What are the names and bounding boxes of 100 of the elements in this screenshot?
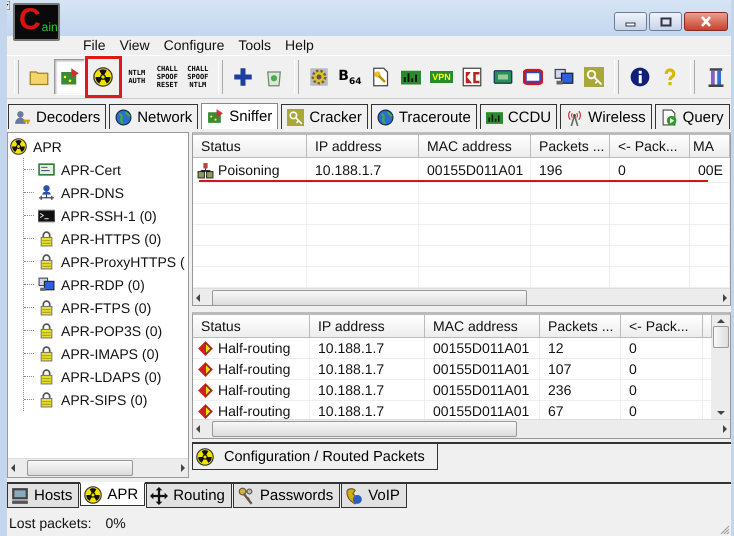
module-tab[interactable]: Network [109,104,198,129]
bottom-tab[interactable]: Routing [146,484,232,508]
horizontal-scrollbar[interactable] [8,458,188,477]
menu-item[interactable]: File [76,36,113,54]
tree-item[interactable]: APR-SSH-1 (0) [24,204,188,227]
column-header[interactable]: MA [690,135,730,158]
table-cell: Half-routing [193,380,310,401]
close-button[interactable] [684,12,728,31]
minimize-button[interactable] [614,12,647,31]
radiation-icon [84,486,102,504]
bottom-tab[interactable]: Hosts [7,484,80,508]
arrows-icon [197,340,214,356]
module-tab[interactable]: Cracker [281,104,368,129]
column-header[interactable]: MAC address [425,315,540,338]
tree-item[interactable]: APR-ProxyHTTPS ( [24,250,188,273]
resize-grip-icon[interactable] [720,525,730,535]
tree-item[interactable]: APR-IMAPS (0) [24,342,188,365]
column-header[interactable]: Packets ... [540,315,621,338]
column-header[interactable]: Packets ... [531,135,610,158]
tree-item[interactable]: APR-LDAPS (0) [24,365,188,388]
plus-icon [233,67,254,87]
lock-icon [38,345,55,362]
info-icon [630,67,650,87]
menu-item[interactable]: Tools [231,36,278,54]
pillar-icon [706,67,726,87]
gear-icon [309,67,330,87]
lock-icon [38,299,55,316]
module-tab[interactable]: Decoders [8,104,106,129]
column-header[interactable]: <- Pack... [610,135,690,158]
maximize-icon [660,16,672,26]
key-document-icon [370,67,390,87]
key-icon [584,67,604,87]
column-header[interactable]: IP address [310,315,425,338]
module-tab[interactable]: CCDU [480,104,558,129]
arrows-icon [197,402,214,419]
circuit-board-icon [207,108,224,125]
terminal-icon [38,207,55,224]
document-play-icon [660,108,678,126]
toolbar-button[interactable]: VPN [426,59,457,95]
table-cell: Half-routing [193,359,310,380]
tree-item[interactable]: APR-RDP (0) [24,273,188,296]
menu-item[interactable]: View [112,36,157,54]
radiation-icon [10,138,27,155]
column-header[interactable]: IP address [307,135,419,158]
radiation-icon [93,67,114,87]
tree-item[interactable]: APR-Cert [24,158,188,181]
circuit-board-icon [60,67,80,87]
user-key-icon [14,108,31,126]
horizontal-scrollbar[interactable] [193,288,730,305]
table-cell: 10.188.1.7 [310,380,425,401]
menu-item[interactable]: Help [278,36,321,54]
lock-icon [38,230,55,247]
table-cell: 12 [540,338,621,359]
arrows-icon [197,382,214,398]
network-nodes-icon [197,162,214,178]
display-icon [492,67,513,87]
tree-item[interactable]: APR-HTTPS (0) [24,227,188,250]
toolbar-button[interactable] [85,56,122,98]
bottom-tab[interactable]: APR [80,482,146,506]
table-cell: 0 [621,359,703,380]
pane-tab[interactable]: Configuration / Routed Packets [192,444,438,470]
status-label: Lost packets: [9,515,92,531]
globe-icon [115,108,132,126]
status-value: 0% [106,515,126,531]
toolbar-button[interactable]: B$_{64}$ [334,59,366,95]
tree-item[interactable]: APR [10,135,188,158]
bottom-tab[interactable]: Passwords [232,484,340,508]
module-tab[interactable]: Sniffer [201,103,278,129]
phone-icon [345,486,364,504]
lock-icon [38,368,55,385]
keys-icon [236,486,255,504]
tree-item[interactable]: APR-SIPS (0) [24,388,188,411]
maximize-button[interactable] [649,12,682,31]
computers-icon [38,276,55,293]
vertical-scrollbar[interactable] [712,315,730,419]
radiation-icon [196,448,214,466]
report-icon [462,67,482,87]
computers-icon [554,67,574,87]
table-cell: 00155D011A01 [425,359,540,380]
module-tab[interactable]: Query [654,104,730,129]
lock-icon [38,391,55,408]
tree-item[interactable]: APR-DNS [24,181,188,204]
column-header[interactable]: <- Pack... [621,315,703,338]
monitor-icon [523,67,544,87]
tree-item[interactable]: APR-FTPS (0) [24,296,188,319]
column-header[interactable]: Status [193,315,310,338]
column-header[interactable]: MAC address [419,135,531,158]
column-header[interactable]: Status [193,135,307,158]
table-cell: 00155D011A01 [425,338,540,359]
menu-item[interactable]: Configure [156,36,232,54]
table-cell: Half-routing [193,338,310,359]
tree-item[interactable]: APR-POP3S (0) [24,319,188,342]
horizontal-scrollbar[interactable] [193,419,730,438]
module-tab[interactable]: Wireless [560,104,652,129]
network-user-icon [38,184,55,201]
bottom-tab[interactable]: VoIP [341,484,407,508]
close-icon [699,16,713,27]
module-tab[interactable]: Traceroute [370,104,477,129]
lock-icon [38,322,55,339]
key-icon [287,108,304,126]
